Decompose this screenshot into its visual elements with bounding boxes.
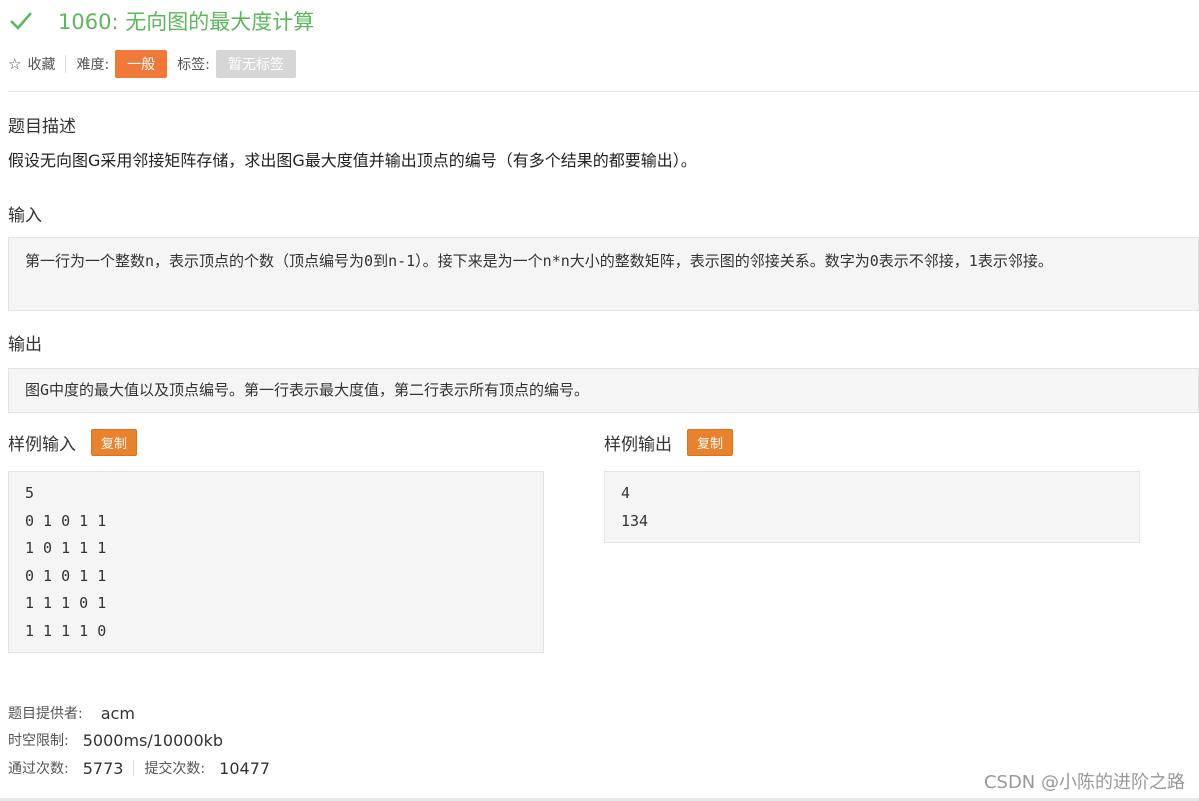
sample-input-header: 样例输入 复制 bbox=[8, 429, 138, 456]
favorite-button[interactable]: ☆ 收藏 bbox=[8, 54, 55, 74]
sample-output-line: 134 bbox=[621, 511, 649, 530]
check-icon bbox=[10, 12, 32, 30]
limit-label: 时空限制: bbox=[8, 733, 69, 749]
limit-value: 5000ms/10000kb bbox=[82, 730, 224, 750]
difficulty-badge: 一般 bbox=[115, 50, 168, 78]
output-description-box: 图G中度的最大值以及顶点编号。第一行表示最大度值，第二行表示所有顶点的编号。 bbox=[8, 368, 1199, 413]
problem-meta: ☆ 收藏 难度: 一般 标签: 暂无标签 bbox=[8, 50, 296, 78]
copy-sample-input-button[interactable]: 复制 bbox=[91, 429, 138, 456]
watermark: CSDN @小陈的进阶之路 bbox=[983, 772, 1185, 793]
sample-output-box: 4 134 bbox=[604, 471, 1140, 543]
provider-row: 题目提供者: acm bbox=[8, 703, 135, 723]
submitted-value: 10477 bbox=[219, 758, 271, 778]
sample-input-line: 0 1 0 1 1 bbox=[25, 566, 107, 585]
passed-value: 5773 bbox=[82, 758, 124, 778]
sample-input-heading: 样例输入 bbox=[8, 435, 76, 455]
passed-label: 通过次数: bbox=[8, 761, 69, 777]
sample-input-line: 1 1 1 1 0 bbox=[25, 621, 107, 640]
tags-badge: 暂无标签 bbox=[215, 50, 296, 78]
provider-value: acm bbox=[100, 703, 135, 723]
output-description-text: 图G中度的最大值以及顶点编号。第一行表示最大度值，第二行表示所有顶点的编号。 bbox=[25, 381, 590, 399]
problem-title-row: 1060: 无向图的最大度计算 bbox=[8, 4, 314, 38]
sample-input-line: 1 1 1 0 1 bbox=[25, 594, 107, 612]
provider-label: 题目提供者: bbox=[8, 706, 83, 722]
input-description-box: 第一行为一个整数n，表示顶点的个数（顶点编号为0到n-1）。接下来是为一个n*n… bbox=[8, 237, 1199, 311]
submitted-label: 提交次数: bbox=[144, 761, 206, 777]
limit-row: 时空限制: 5000ms/10000kb bbox=[8, 730, 223, 750]
divider bbox=[133, 760, 135, 776]
sample-output-line: 4 bbox=[621, 484, 631, 502]
favorite-label: 收藏 bbox=[27, 57, 56, 73]
stats-row: 通过次数: 5773 提交次数: 10477 bbox=[8, 758, 270, 778]
sample-input-line: 1 0 1 1 1 bbox=[25, 539, 107, 557]
divider bbox=[65, 55, 67, 73]
input-heading: 输入 bbox=[8, 206, 42, 226]
problem-title: 1060: 无向图的最大度计算 bbox=[58, 10, 315, 34]
star-icon: ☆ bbox=[8, 55, 22, 73]
tags-label: 标签: bbox=[177, 57, 210, 73]
sample-input-line: 5 bbox=[25, 484, 35, 502]
copy-sample-output-button[interactable]: 复制 bbox=[687, 429, 734, 456]
description-heading: 题目描述 bbox=[8, 117, 76, 137]
sample-input-box: 5 0 1 0 1 1 1 0 1 1 1 0 1 0 1 1 1 1 1 0 … bbox=[8, 471, 544, 653]
output-heading: 输出 bbox=[8, 335, 42, 355]
sample-output-header: 样例输出 复制 bbox=[604, 429, 734, 456]
difficulty-label: 难度: bbox=[76, 57, 110, 73]
header-divider bbox=[8, 91, 1199, 92]
sample-output-heading: 样例输出 bbox=[604, 435, 672, 455]
sample-input-line: 0 1 0 1 1 bbox=[25, 511, 107, 530]
input-description-text: 第一行为一个整数n，表示顶点的个数（顶点编号为0到n-1）。接下来是为一个n*n… bbox=[25, 252, 1053, 270]
description-text: 假设无向图G采用邻接矩阵存储，求出图G最大度值并输出顶点的编号（有多个结果的都要… bbox=[8, 151, 697, 170]
